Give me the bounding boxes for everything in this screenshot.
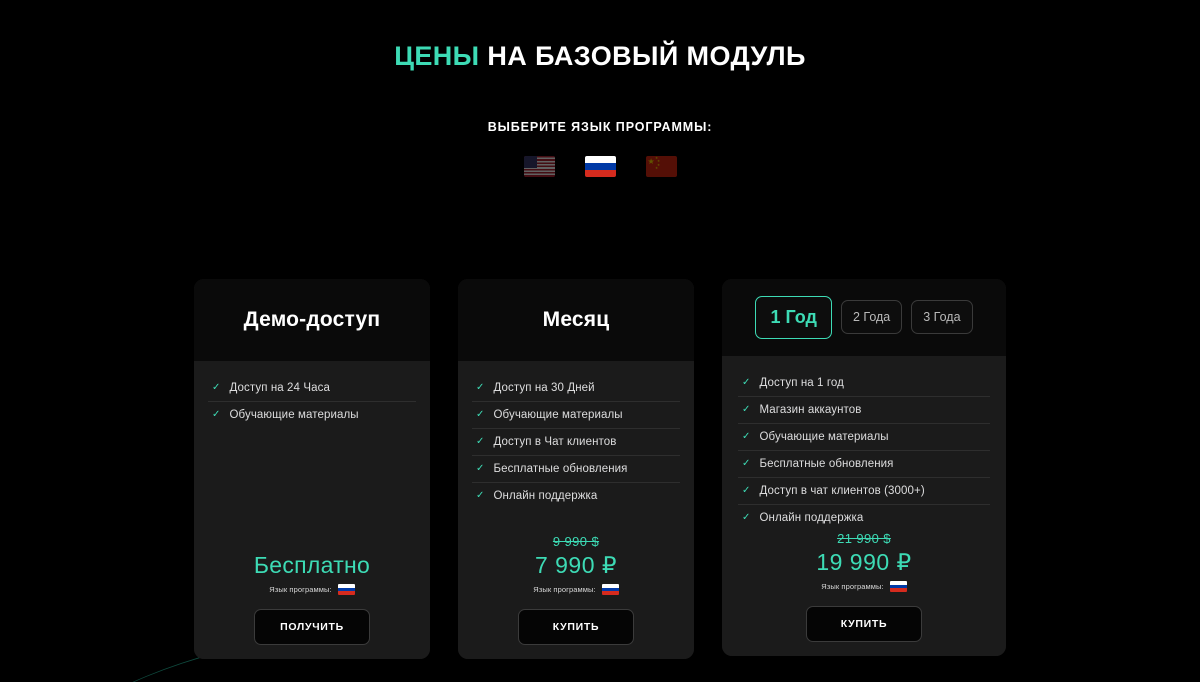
feature-label: Онлайн поддержка [493, 490, 598, 502]
price-value-demo: Бесплатно [253, 551, 371, 578]
feature-item: ✓ Онлайн поддержка [738, 505, 990, 531]
ru-flag-icon [337, 584, 355, 595]
page-title-rest: НА БАЗОВЫЙ МОДУЛЬ [487, 41, 806, 71]
feature-item: ✓ Обучающие материалы [208, 402, 416, 428]
cn-flag-star-large: ★ [647, 157, 655, 167]
feature-label: Обучающие материалы [229, 409, 359, 421]
check-icon: ✓ [742, 403, 751, 415]
check-icon: ✓ [476, 382, 485, 393]
feature-list-demo: ✓ Доступ на 24 Часа ✓ Обучающие материал… [208, 375, 416, 428]
us-flag-canton [523, 156, 537, 168]
old-price-year: 21 990 $ [837, 530, 891, 546]
feature-item: ✓ Доступ на 24 Часа [208, 375, 416, 402]
card-body-month: ✓ Доступ на 30 Дней ✓ Обучающие материал… [458, 361, 694, 659]
feature-label: Онлайн поддержка [759, 511, 864, 524]
term-tab-1-year[interactable]: 1 Год [755, 295, 832, 339]
language-note-label: Язык программы: [533, 585, 596, 594]
feature-label: Доступ в Чат клиентов [493, 436, 617, 448]
feature-item: ✓ Доступ в Чат клиентов [472, 429, 680, 456]
card-title-demo: Демо-доступ [243, 308, 381, 331]
check-icon: ✓ [476, 436, 485, 447]
feature-label: Доступ в чат клиентов (3000+) [759, 484, 925, 497]
ru-flag-icon[interactable] [584, 156, 616, 178]
buy-year-button[interactable]: КУПИТЬ [806, 606, 922, 642]
check-icon: ✓ [742, 511, 751, 523]
page-title-accent: ЦЕНЫ [394, 41, 480, 71]
language-note-label: Язык программы: [269, 585, 332, 594]
feature-label: Бесплатные обновления [759, 457, 894, 470]
ru-flag-band-red [584, 170, 616, 178]
feature-label: Доступ на 1 год [759, 376, 844, 389]
feature-label: Магазин аккаунтов [759, 403, 862, 416]
language-note-label: Язык программы: [821, 582, 884, 591]
price-block-year: 21 990 $ 19 990 ₽ Язык программы: КУПИТЬ [738, 531, 990, 656]
feature-label: Доступ на 24 Часа [229, 382, 330, 394]
feature-list-year: ✓ Доступ на 1 год ✓ Магазин аккаунтов ✓ … [738, 370, 990, 531]
price-block-demo: Бесплатно Язык программы: ПОЛУЧИТЬ [208, 552, 416, 659]
feature-item: ✓ Доступ в чат клиентов (3000+) [738, 478, 990, 505]
check-icon: ✓ [742, 484, 751, 496]
term-tab-3-years[interactable]: 3 Года [911, 300, 973, 335]
check-icon: ✓ [212, 382, 221, 393]
price-block-month: 9 990 $ 7 990 ₽ Язык программы: КУПИТЬ [472, 534, 680, 659]
term-tab-2-years[interactable]: 2 Года [840, 300, 903, 335]
card-body-year: ✓ Доступ на 1 год ✓ Магазин аккаунтов ✓ … [722, 355, 1006, 656]
ru-flag-icon [889, 581, 907, 592]
pricing-cards: Демо-доступ ✓ Доступ на 24 Часа ✓ Обучаю… [0, 279, 1200, 659]
check-icon: ✓ [742, 457, 751, 469]
pricing-card-demo: Демо-доступ ✓ Доступ на 24 Часа ✓ Обучаю… [194, 279, 430, 659]
pricing-card-month: Месяц ✓ Доступ на 30 Дней ✓ Обучающие ма… [458, 279, 694, 659]
check-icon: ✓ [742, 376, 751, 388]
feature-label: Обучающие материалы [493, 409, 623, 421]
language-selector-section: ВЫБЕРИТЕ ЯЗЫК ПРОГРАММЫ: ★ ★ ★ ★ ★ [0, 120, 1200, 178]
us-flag-icon[interactable] [523, 156, 555, 178]
check-icon: ✓ [476, 463, 485, 474]
check-icon: ✓ [742, 430, 751, 442]
page-title: ЦЕНЫ НА БАЗОВЫЙ МОДУЛЬ [0, 40, 1200, 72]
feature-label: Доступ на 30 Дней [493, 382, 595, 394]
feature-list-month: ✓ Доступ на 30 Дней ✓ Обучающие материал… [472, 375, 680, 509]
feature-item: ✓ Обучающие материалы [472, 402, 680, 429]
price-value-year: 19 990 ₽ [816, 548, 912, 575]
card-body-demo: ✓ Доступ на 24 Часа ✓ Обучающие материал… [194, 361, 430, 659]
language-note-year: Язык программы: [738, 581, 990, 592]
feature-label: Бесплатные обновления [493, 463, 628, 475]
card-title-month: Месяц [542, 308, 610, 331]
feature-item: ✓ Бесплатные обновления [472, 456, 680, 483]
ru-flag-band-red [601, 591, 619, 595]
feature-item: ✓ Обучающие материалы [738, 424, 990, 451]
pricing-card-year: 1 Год 2 Года 3 Года ✓ Доступ на 1 год ✓ … [722, 279, 1006, 656]
feature-item: ✓ Доступ на 1 год [738, 370, 990, 397]
flag-row: ★ ★ ★ ★ ★ [0, 156, 1200, 178]
cn-flag-icon[interactable]: ★ ★ ★ ★ ★ [645, 156, 677, 178]
language-selector-label: ВЫБЕРИТЕ ЯЗЫК ПРОГРАММЫ: [487, 120, 713, 135]
price-value-month: 7 990 ₽ [534, 551, 618, 578]
card-header-year: 1 Год 2 Года 3 Года [722, 279, 1006, 356]
buy-month-button[interactable]: КУПИТЬ [518, 609, 634, 645]
ru-flag-band-white [584, 156, 616, 164]
feature-item: ✓ Доступ на 30 Дней [472, 375, 680, 402]
ru-flag-band-blue [584, 163, 616, 171]
ru-flag-icon [601, 584, 619, 595]
check-icon: ✓ [212, 409, 221, 420]
feature-item: ✓ Онлайн поддержка [472, 483, 680, 509]
language-note-month: Язык программы: [472, 584, 680, 595]
feature-item: ✓ Магазин аккаунтов [738, 397, 990, 424]
cn-flag-star-small-4: ★ [655, 165, 659, 170]
feature-label: Обучающие материалы [759, 430, 889, 443]
language-note-demo: Язык программы: [208, 584, 416, 595]
get-demo-button[interactable]: ПОЛУЧИТЬ [254, 609, 370, 645]
card-header-demo: Демо-доступ [194, 279, 430, 361]
check-icon: ✓ [476, 409, 485, 420]
old-price-month: 9 990 $ [552, 533, 600, 549]
card-header-month: Месяц [458, 279, 694, 361]
check-icon: ✓ [476, 490, 485, 501]
feature-item: ✓ Бесплатные обновления [738, 451, 990, 478]
ru-flag-band-red [337, 591, 355, 595]
ru-flag-band-red [889, 588, 907, 592]
